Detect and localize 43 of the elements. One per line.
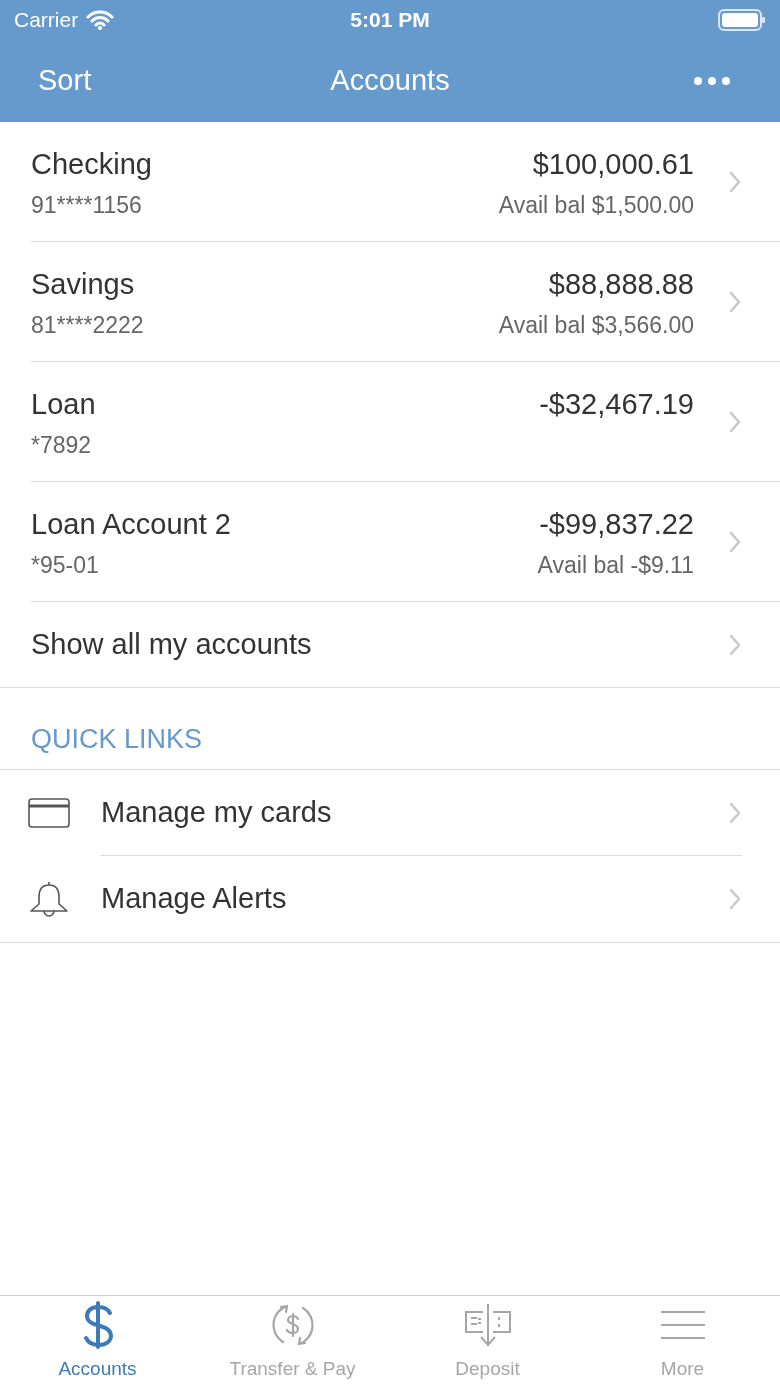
account-number: *95-01 bbox=[31, 551, 100, 580]
chevron-right-icon bbox=[728, 632, 742, 657]
battery-icon bbox=[718, 8, 766, 32]
account-balance: $88,888.88 bbox=[548, 267, 694, 302]
account-row[interactable]: Savings 81****2222 $88,888.88 Avail bal $3,566.00 bbox=[31, 242, 780, 362]
chevron-right-icon bbox=[728, 887, 742, 911]
available-balance: Avail bal $1,500.00 bbox=[498, 191, 694, 220]
account-row[interactable]: Checking 91****1156 $100,000.61 Avail bal $1,500.00 bbox=[31, 122, 780, 242]
chevron-right-icon bbox=[728, 169, 742, 194]
show-all-row[interactable]: Show all my accounts bbox=[0, 602, 780, 688]
account-name: Loan Account 2 bbox=[31, 507, 231, 542]
check-deposit-icon bbox=[462, 1301, 513, 1348]
quick-link-row[interactable]: Manage Alerts bbox=[0, 856, 780, 942]
available-balance: Avail bal -$9.11 bbox=[537, 551, 694, 580]
account-balance: $100,000.61 bbox=[532, 147, 694, 182]
account-number: 91****1156 bbox=[31, 191, 143, 220]
section-heading: QUICK LINKS bbox=[31, 722, 203, 756]
account-name: Savings bbox=[31, 267, 136, 302]
carrier-label: Carrier bbox=[14, 7, 79, 34]
account-row[interactable]: Loan *7892 -$32,467.19 bbox=[31, 362, 780, 482]
chevron-right-icon bbox=[728, 529, 742, 554]
account-name: Checking bbox=[31, 147, 152, 182]
chevron-right-icon bbox=[728, 409, 742, 434]
account-number: *7892 bbox=[31, 431, 93, 460]
show-all-label: Show all my accounts bbox=[31, 626, 312, 662]
credit-card-icon bbox=[28, 798, 70, 828]
available-balance: Avail bal $3,566.00 bbox=[498, 311, 694, 340]
wifi-icon bbox=[86, 10, 115, 30]
quick-link-label: Manage Alerts bbox=[101, 881, 287, 917]
tab-item[interactable]: Accounts bbox=[0, 1296, 195, 1387]
screen-title: Accounts bbox=[330, 63, 450, 99]
account-name: Loan bbox=[31, 387, 96, 422]
chevron-right-icon bbox=[728, 289, 742, 314]
chevron-right-icon bbox=[728, 800, 742, 825]
account-balance: -$99,837.22 bbox=[539, 507, 694, 542]
bell-icon bbox=[28, 880, 70, 918]
quick-link-row[interactable]: Manage my cards bbox=[0, 770, 780, 856]
status-time: 5:01 PM bbox=[350, 7, 430, 34]
account-balance: -$32,467.19 bbox=[539, 387, 694, 422]
quick-link-label: Manage my cards bbox=[101, 794, 332, 830]
account-number: 81****2222 bbox=[31, 311, 144, 340]
menu-icon bbox=[659, 1309, 706, 1340]
account-row[interactable]: Loan Account 2 *95-01 -$99,837.22 Avail bal -$9.11 bbox=[31, 482, 780, 602]
